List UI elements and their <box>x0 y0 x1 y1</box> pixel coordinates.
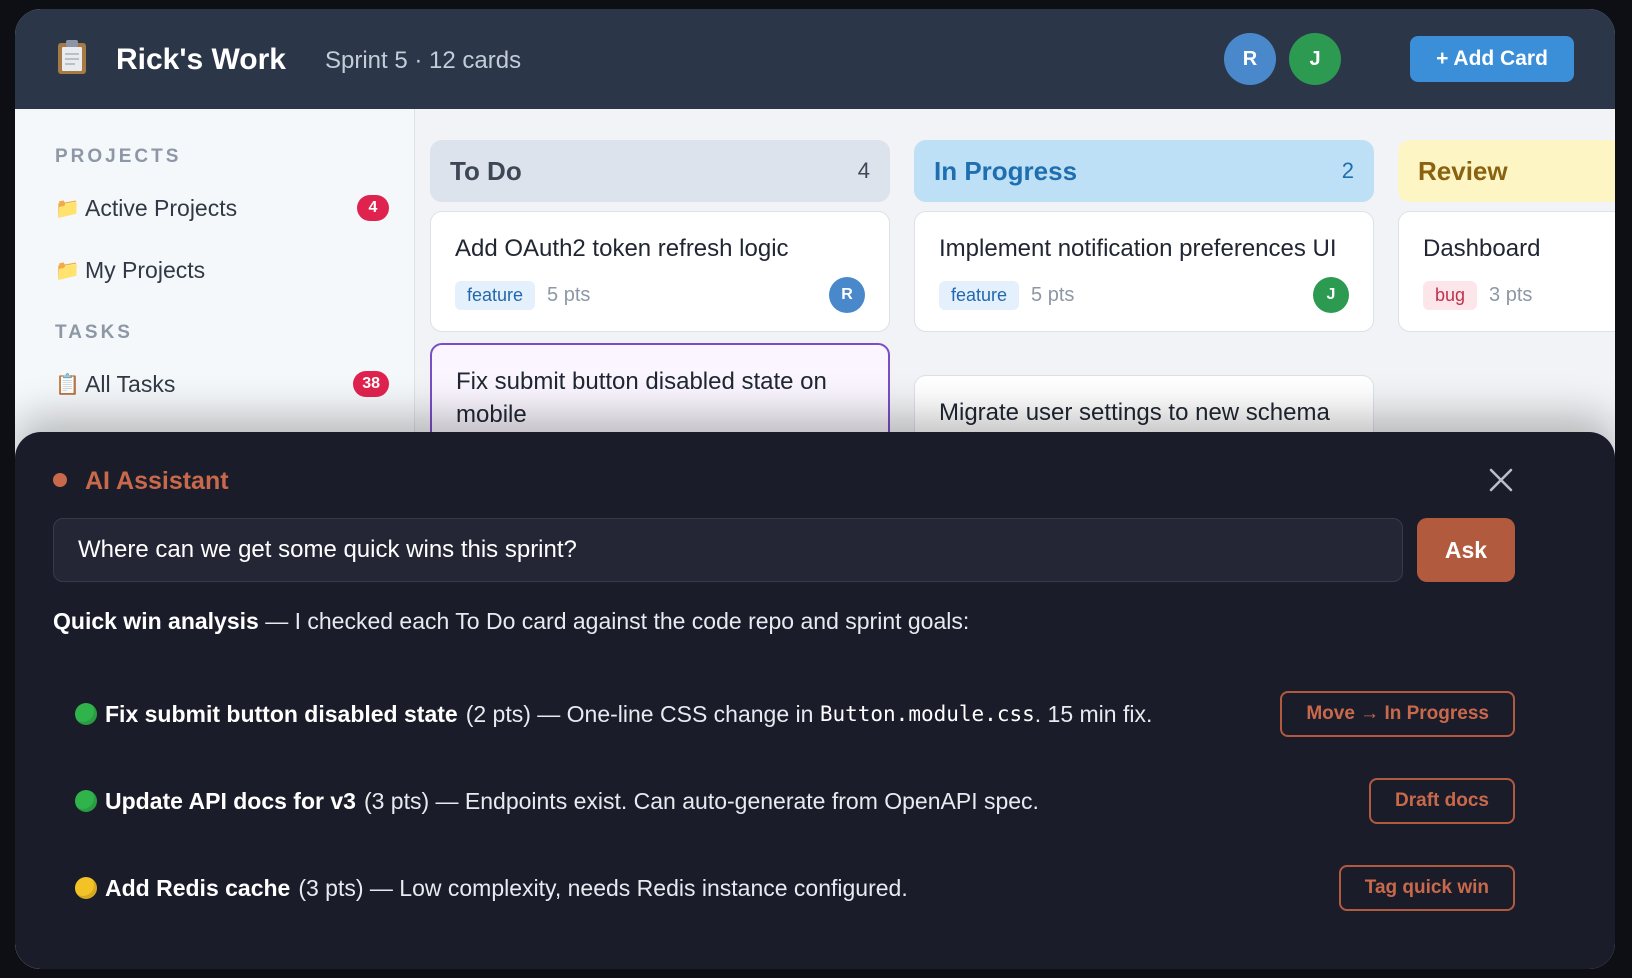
tag-quick-win-button[interactable]: Tag quick win <box>1338 865 1515 911</box>
sidebar-item-all-tasks[interactable]: 📋 All Tasks 38 <box>55 364 389 404</box>
sidebar-item-label: Active Projects <box>85 194 238 221</box>
column-title: To Do <box>450 155 522 186</box>
count-badge: 38 <box>353 371 389 397</box>
column-count: 4 <box>857 158 870 183</box>
folder-icon: 📁 <box>55 259 80 282</box>
recommendation-detail: (2 pts) — One-line CSS change in <box>465 700 820 727</box>
recommendation-item: Update API docs for v3 (3 pts) — Endpoin… <box>75 778 1515 824</box>
tag-badge: bug <box>1423 280 1478 310</box>
sidebar-item-label: All Tasks <box>85 370 176 397</box>
sidebar-item-label: My Projects <box>85 256 206 283</box>
page-title: Rick's Work <box>116 43 286 76</box>
ai-assistant-panel: AI Assistant Ask Quick win analysis — I … <box>15 432 1615 969</box>
column-count: 2 <box>1341 158 1354 183</box>
clipboard-icon: 📋 <box>55 373 80 396</box>
recommendation-detail: (3 pts) — Endpoints exist. Can auto-gene… <box>363 787 1039 814</box>
analysis-heading: Quick win analysis <box>53 608 259 634</box>
recommendation-title: Fix submit button disabled state <box>105 700 458 727</box>
task-card[interactable]: Add OAuth2 token refresh logic feature 5… <box>430 211 890 332</box>
assignee-avatar: J <box>1313 277 1349 313</box>
recommendation-detail: (3 pts) — Low complexity, needs Redis in… <box>298 874 908 901</box>
ask-button[interactable]: Ask <box>1417 518 1515 582</box>
sidebar-heading-tasks: TASKS <box>55 322 133 343</box>
move-to-in-progress-button[interactable]: Move → In Progress <box>1280 691 1515 737</box>
analysis-text: — I checked each To Do card against the … <box>258 608 970 634</box>
yellow-circle-icon <box>75 877 97 899</box>
card-title: Dashboard <box>1423 235 1541 262</box>
recommendation-title: Update API docs for v3 <box>105 787 356 814</box>
recommendation-item: Add Redis cache (3 pts) — Low complexity… <box>75 865 1515 911</box>
story-points: 3 pts <box>1489 283 1533 306</box>
analysis-summary: Quick win analysis — I checked each To D… <box>53 608 969 635</box>
sidebar-item-my-projects[interactable]: 📁 My Projects <box>55 250 389 290</box>
folder-icon: 📁 <box>55 197 80 220</box>
avatar[interactable]: R <box>1224 33 1276 85</box>
card-title: Add OAuth2 token refresh logic <box>455 235 789 262</box>
recommendation-title: Add Redis cache <box>105 874 291 901</box>
count-badge: 4 <box>357 195 389 221</box>
column-header-in-progress[interactable]: In Progress 2 <box>914 140 1374 202</box>
draft-docs-button[interactable]: Draft docs <box>1369 778 1515 824</box>
task-card[interactable]: Implement notification preferences UI fe… <box>914 211 1374 332</box>
column-header-review[interactable]: Review <box>1398 140 1615 202</box>
task-card[interactable]: Dashboard bug 3 pts <box>1398 211 1615 332</box>
recommendation-detail-end: . 15 min fix. <box>1034 700 1153 727</box>
ai-question-input[interactable] <box>53 518 1403 582</box>
sidebar-heading-projects: PROJECTS <box>55 146 182 167</box>
tag-badge: feature <box>939 280 1020 310</box>
tag-badge: feature <box>455 280 536 310</box>
sidebar-item-active-projects[interactable]: 📁 Active Projects 4 <box>55 188 389 228</box>
sprint-info: Sprint 5 · 12 cards <box>325 47 522 74</box>
story-points: 5 pts <box>547 283 591 306</box>
ai-panel-title: AI Assistant <box>85 467 229 495</box>
app-window: Rick's Work Sprint 5 · 12 cards R J + Ad… <box>15 9 1615 969</box>
assignee-avatar: R <box>829 277 865 313</box>
add-card-button[interactable]: + Add Card <box>1410 36 1574 82</box>
green-circle-icon <box>75 703 97 725</box>
recommendation-item: Fix submit button disabled state (2 pts)… <box>75 691 1515 737</box>
card-title: Implement notification preferences UI <box>939 235 1337 262</box>
file-name: Button.module.css <box>819 702 1035 726</box>
card-title: Migrate user settings to new schema <box>939 399 1330 426</box>
top-bar: Rick's Work Sprint 5 · 12 cards R J + Ad… <box>15 9 1615 109</box>
clipboard-icon <box>58 40 86 74</box>
avatar[interactable]: J <box>1289 33 1341 85</box>
column-title: Review <box>1418 155 1508 186</box>
story-points: 5 pts <box>1031 283 1075 306</box>
green-circle-icon <box>75 790 97 812</box>
column-title: In Progress <box>934 155 1078 186</box>
close-icon[interactable] <box>1485 464 1517 496</box>
card-title: Fix submit button disabled state on mobi… <box>456 368 827 428</box>
column-header-todo[interactable]: To Do 4 <box>430 140 890 202</box>
status-dot-icon <box>53 473 67 487</box>
